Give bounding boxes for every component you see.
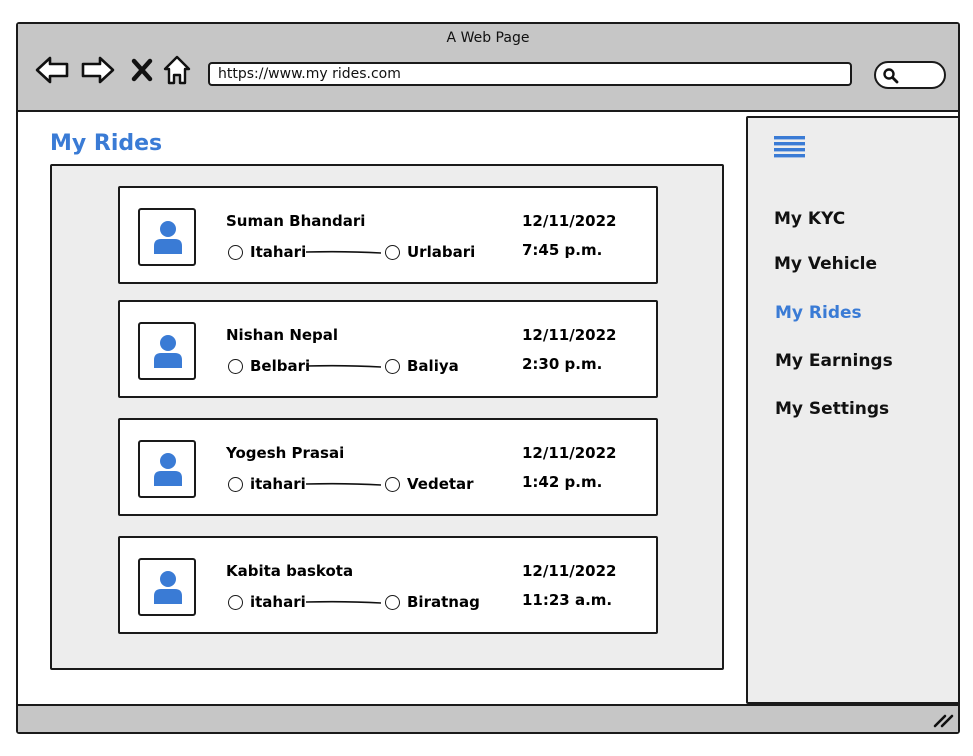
sidebar-item-my-vehicle[interactable]: My Vehicle	[774, 254, 877, 274]
origin-label: Belbari	[250, 357, 311, 375]
close-x-icon[interactable]	[124, 52, 160, 88]
resize-grip-icon[interactable]	[932, 712, 954, 732]
sidebar-item-my-rides[interactable]: My Rides	[775, 303, 862, 323]
avatar	[138, 440, 196, 498]
origin-circle-icon	[228, 477, 243, 492]
avatar	[138, 208, 196, 266]
route-line	[306, 364, 381, 368]
avatar	[138, 558, 196, 616]
ride-time: 2:30 p.m.	[522, 355, 603, 373]
ride-date: 12/11/2022	[522, 212, 617, 230]
destination-circle-icon	[385, 477, 400, 492]
url-input[interactable]: https://www.my rides.com	[208, 62, 852, 86]
route: itahari Biratnag	[228, 592, 498, 614]
main-content: My Rides Suman Bhandari Itahari Urlabari…	[18, 114, 746, 702]
ride-date: 12/11/2022	[522, 562, 617, 580]
sidebar: My KYC My Vehicle My Rides My Earnings M…	[746, 116, 960, 704]
destination-label: Urlabari	[407, 243, 476, 261]
sidebar-item-my-kyc[interactable]: My KYC	[774, 209, 845, 229]
route: Belbari Baliya	[228, 356, 498, 378]
status-bar	[18, 704, 958, 732]
rider-name: Yogesh Prasai	[226, 444, 345, 462]
ride-card[interactable]: Suman Bhandari Itahari Urlabari 12/11/20…	[118, 186, 658, 284]
rider-name: Kabita baskota	[226, 562, 354, 580]
hamburger-menu-icon[interactable]	[774, 134, 806, 164]
search-icon[interactable]	[882, 67, 900, 89]
destination-circle-icon	[385, 595, 400, 610]
page-title: My Rides	[50, 131, 163, 156]
route: Itahari Urlabari	[228, 242, 498, 264]
origin-label: itahari	[250, 593, 306, 611]
ride-time: 11:23 a.m.	[522, 591, 613, 609]
destination-label: Biratnag	[407, 593, 480, 611]
destination-circle-icon	[385, 245, 400, 260]
destination-label: Baliya	[407, 357, 459, 375]
ride-card[interactable]: Kabita baskota itahari Biratnag 12/11/20…	[118, 536, 658, 634]
back-arrow-icon[interactable]	[34, 52, 70, 88]
user-icon	[154, 571, 182, 604]
route-line	[306, 600, 381, 604]
ride-card[interactable]: Yogesh Prasai itahari Vedetar 12/11/2022…	[118, 418, 658, 516]
origin-circle-icon	[228, 245, 243, 260]
origin-label: Itahari	[250, 243, 307, 261]
ride-time: 7:45 p.m.	[522, 241, 603, 259]
rides-list-panel: Suman Bhandari Itahari Urlabari 12/11/20…	[50, 164, 724, 670]
route-line	[306, 250, 381, 254]
window-title: A Web Page	[446, 30, 530, 46]
route: itahari Vedetar	[228, 474, 498, 496]
browser-titlebar: A Web Page https://www.my rides.com	[18, 24, 958, 112]
user-icon	[154, 221, 182, 254]
rider-name: Suman Bhandari	[226, 212, 366, 230]
user-icon	[154, 335, 182, 368]
origin-circle-icon	[228, 359, 243, 374]
user-icon	[154, 453, 182, 486]
ride-date: 12/11/2022	[522, 444, 617, 462]
avatar	[138, 322, 196, 380]
sidebar-item-my-settings[interactable]: My Settings	[775, 399, 889, 419]
browser-window: A Web Page https://www.my rides.com My R…	[16, 22, 960, 734]
route-line	[306, 482, 381, 486]
search-box[interactable]	[874, 61, 946, 89]
origin-label: itahari	[250, 475, 306, 493]
forward-arrow-icon[interactable]	[80, 52, 116, 88]
destination-circle-icon	[385, 359, 400, 374]
home-icon[interactable]	[159, 52, 195, 88]
destination-label: Vedetar	[407, 475, 474, 493]
rider-name: Nishan Nepal	[226, 326, 339, 344]
sidebar-item-my-earnings[interactable]: My Earnings	[775, 351, 893, 371]
ride-time: 1:42 p.m.	[522, 473, 603, 491]
ride-card[interactable]: Nishan Nepal Belbari Baliya 12/11/2022 2…	[118, 300, 658, 398]
ride-date: 12/11/2022	[522, 326, 617, 344]
origin-circle-icon	[228, 595, 243, 610]
